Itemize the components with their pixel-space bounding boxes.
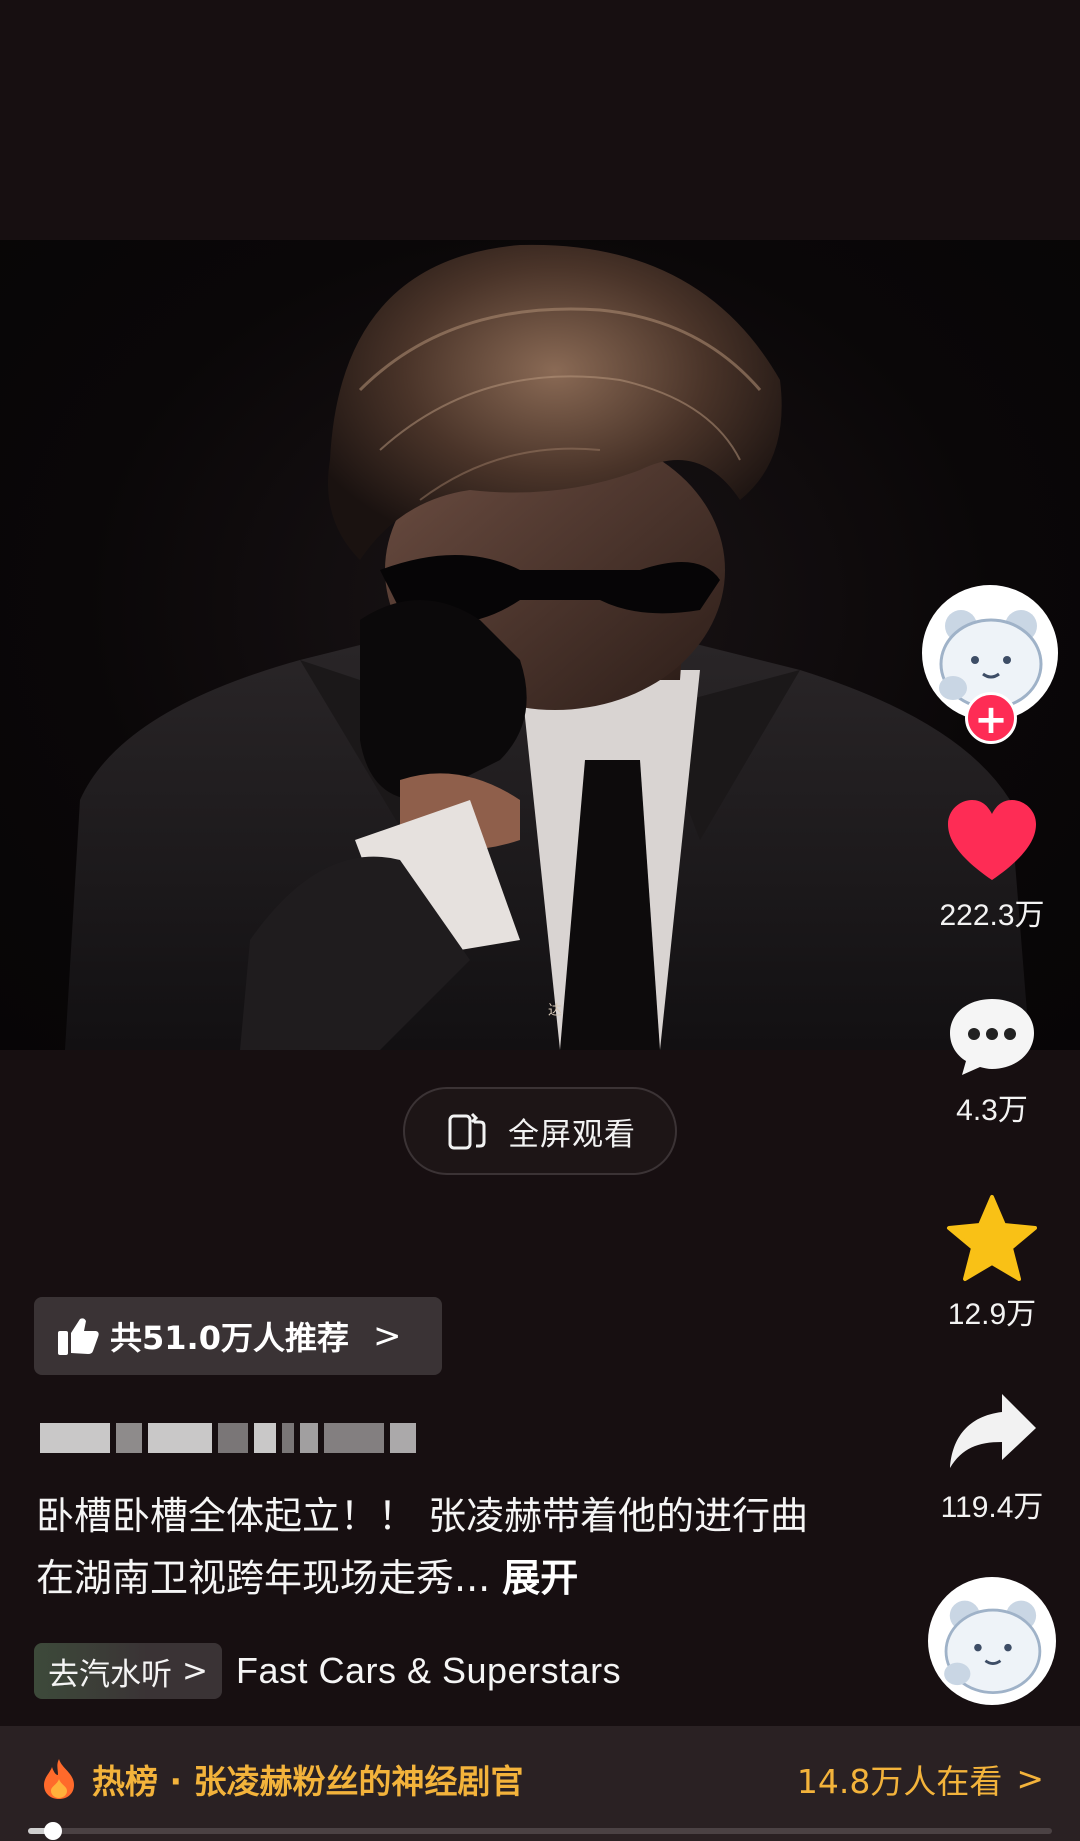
rotate-phone-icon bbox=[448, 1112, 486, 1150]
comment-bubble-icon bbox=[950, 999, 1034, 1075]
watching-count: 14.8万人在看 bbox=[796, 1761, 1003, 1801]
expand-link[interactable]: 展开 bbox=[502, 1556, 578, 1600]
flame-icon bbox=[44, 1758, 74, 1799]
music-row: 去汽水听 > Fast Cars & Superstars bbox=[34, 1643, 621, 1699]
video-player[interactable]: 达 bbox=[0, 240, 1080, 1050]
fullscreen-label: 全屏观看 bbox=[508, 1116, 636, 1153]
video-caption-watermark: 达 bbox=[548, 1003, 562, 1019]
description-text: 卧槽卧槽全体起立！！ 张凌赫带着他的进行曲在湖南卫视跨年现场走秀... bbox=[36, 1494, 809, 1600]
share-action[interactable]: 119.4万 bbox=[922, 1390, 1062, 1526]
recommend-label: 共51.0万人推荐 bbox=[110, 1319, 349, 1357]
hot-list-bar[interactable]: 热榜 · 张凌赫粉丝的神经剧官 14.8万人在看 > bbox=[0, 1726, 1080, 1841]
video-frame-illustration bbox=[65, 244, 1030, 1050]
music-tag-button[interactable]: 去汽水听 > bbox=[34, 1643, 222, 1699]
hot-list-left: 热榜 · 张凌赫粉丝的神经剧官 bbox=[40, 1755, 524, 1803]
music-tag-label: 去汽水听 bbox=[48, 1656, 172, 1693]
thumbs-up-icon bbox=[58, 1318, 99, 1355]
playback-progress-bar[interactable] bbox=[28, 1822, 1052, 1840]
like-count: 222.3万 bbox=[939, 899, 1045, 932]
favorite-action[interactable]: 12.9万 bbox=[922, 1193, 1062, 1333]
share-arrow-icon bbox=[950, 1394, 1036, 1468]
music-title[interactable]: Fast Cars & Superstars bbox=[236, 1650, 621, 1692]
comment-count: 4.3万 bbox=[956, 1094, 1028, 1127]
author-username-obscured[interactable] bbox=[40, 1420, 440, 1456]
like-action[interactable]: 222.3万 bbox=[922, 798, 1062, 934]
follow-button[interactable]: + bbox=[965, 692, 1017, 744]
fullscreen-button[interactable]: 全屏观看 bbox=[403, 1087, 677, 1175]
recommend-pill[interactable]: 共51.0万人推荐 > bbox=[34, 1297, 442, 1375]
chevron-right-icon: > bbox=[182, 1653, 208, 1689]
favorite-count: 12.9万 bbox=[947, 1298, 1037, 1331]
star-icon bbox=[947, 1195, 1037, 1281]
hot-list-label: 热榜 · 张凌赫粉丝的神经剧官 bbox=[92, 1761, 524, 1801]
comment-action[interactable]: 4.3万 bbox=[922, 995, 1062, 1129]
share-count: 119.4万 bbox=[940, 1491, 1044, 1524]
post-description: 卧槽卧槽全体起立！！ 张凌赫带着他的进行曲在湖南卫视跨年现场走秀... 展开 bbox=[36, 1485, 836, 1609]
chevron-right-icon: > bbox=[372, 1316, 402, 1356]
heart-icon bbox=[948, 800, 1036, 880]
video-feed-screen: 达 全屏观看 + 222.3万 4.3万 12.9万 119.4万 共51.0万… bbox=[0, 0, 1080, 1841]
hot-list-right: 14.8万人在看 > bbox=[797, 1755, 1044, 1803]
bear-avatar-icon bbox=[931, 1580, 1053, 1702]
music-disc-avatar[interactable] bbox=[928, 1577, 1056, 1705]
chevron-right-icon: > bbox=[1016, 1759, 1044, 1798]
